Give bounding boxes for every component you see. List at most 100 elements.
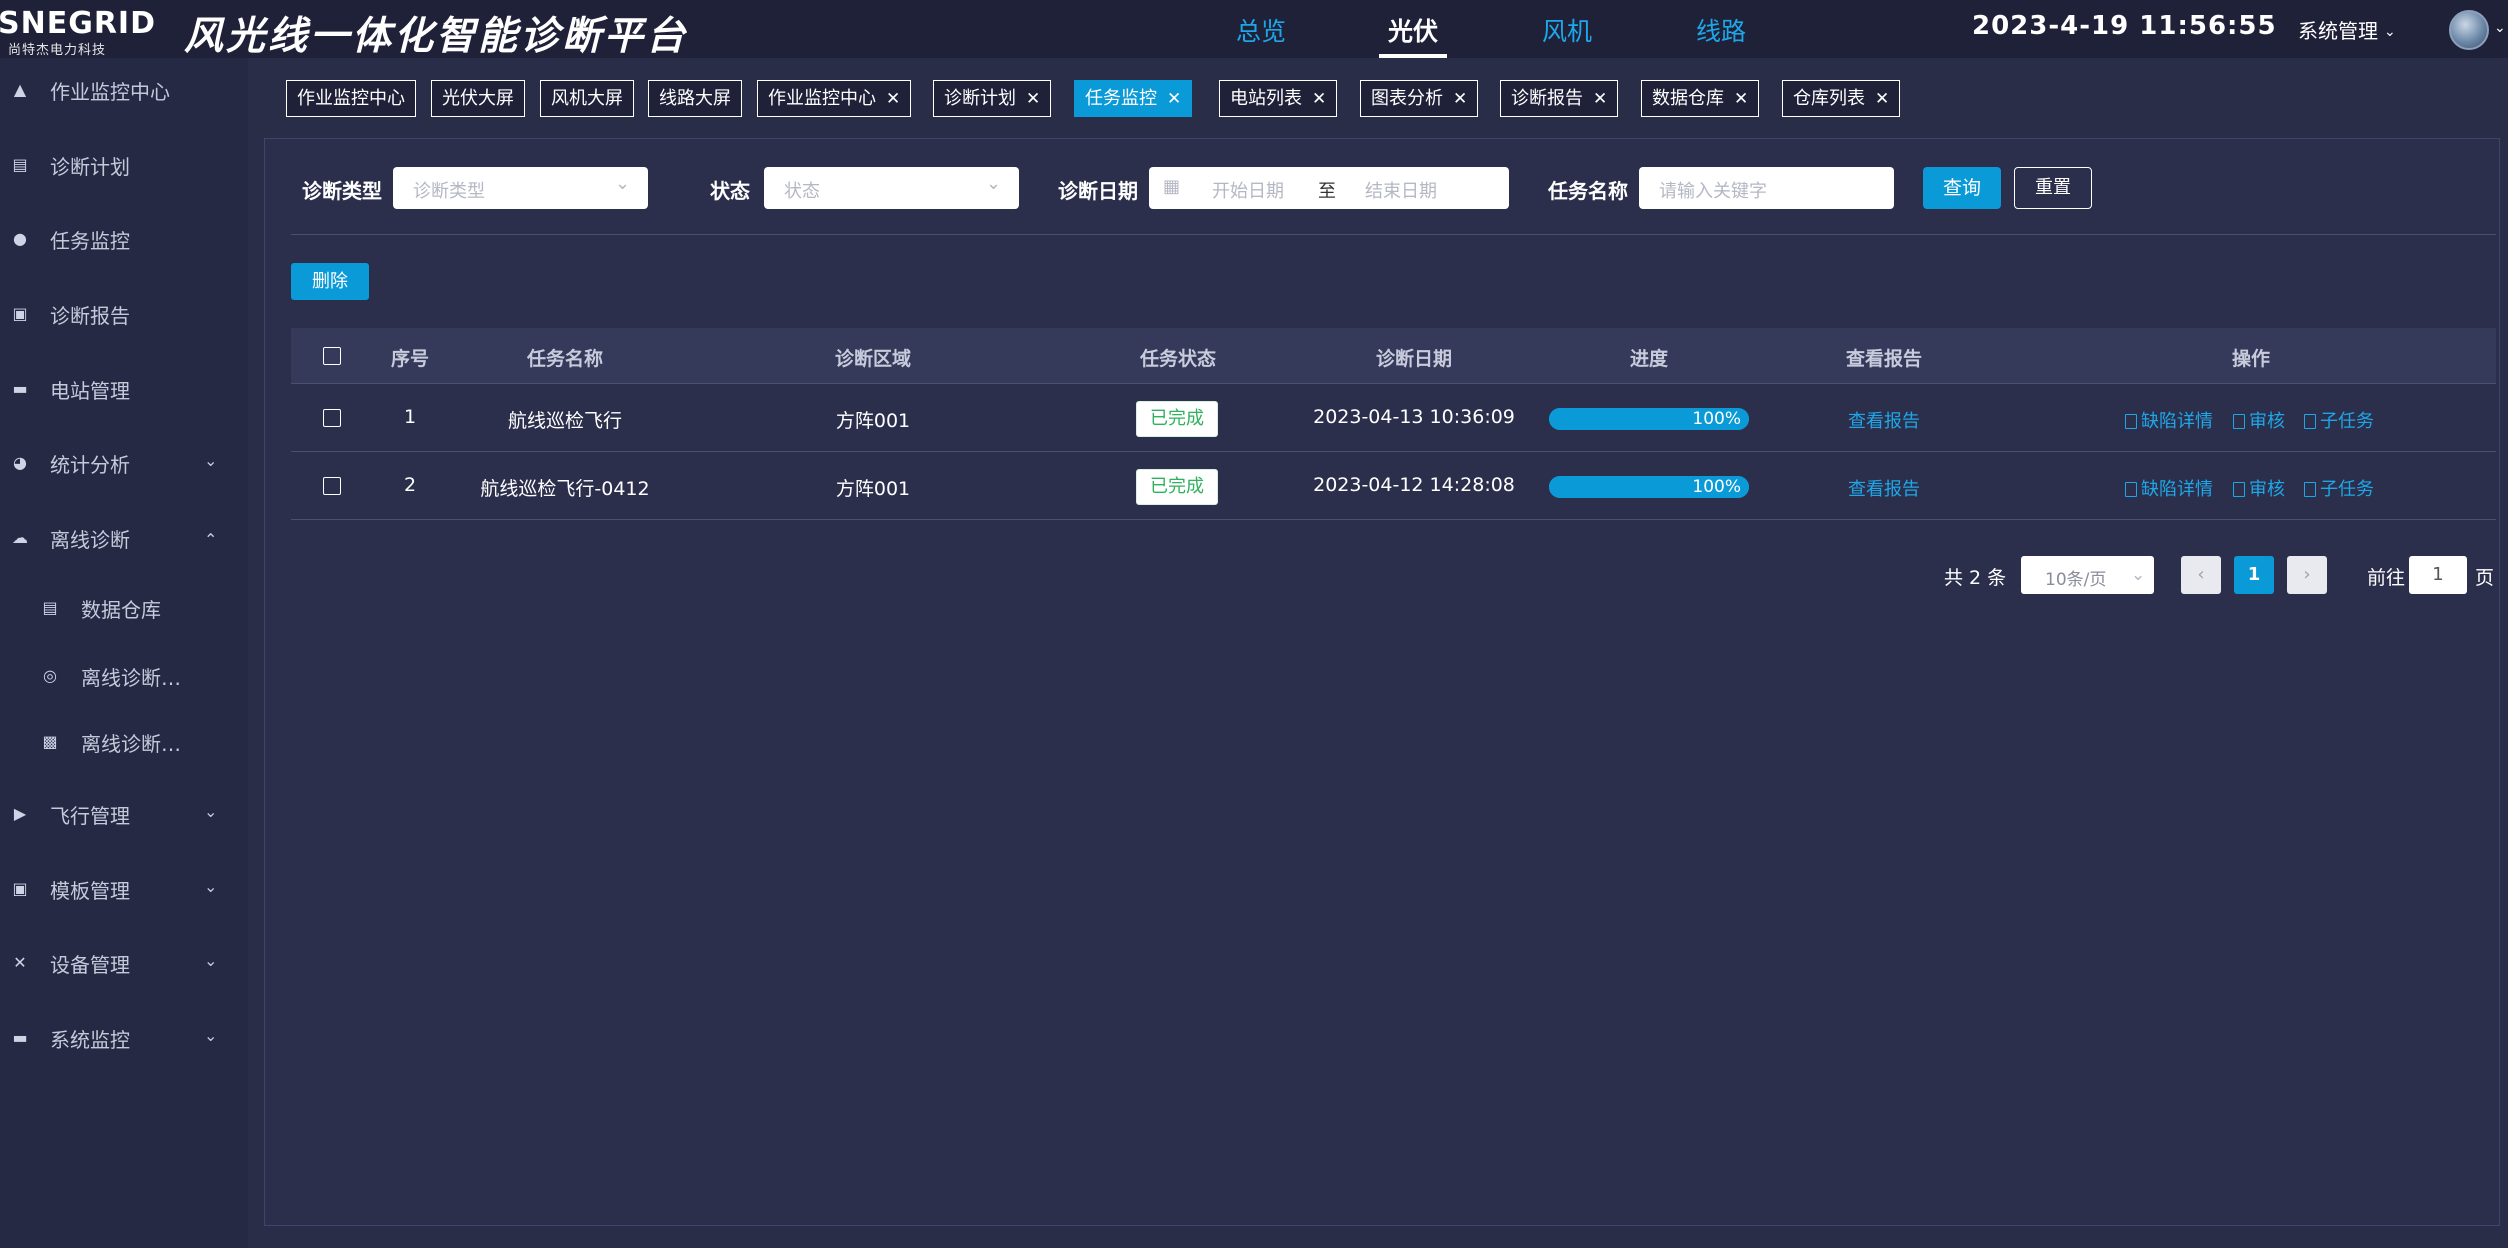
column-header-area: 诊断区域 xyxy=(834,348,912,370)
row-task-name: 航线巡检飞行-0412 xyxy=(480,478,650,500)
subtask-link[interactable]: 子任务 xyxy=(2304,407,2374,433)
query-button[interactable]: 查询 xyxy=(1923,167,2001,209)
tag-diagnosis-report[interactable]: 诊断报告 ✕ xyxy=(1500,80,1619,117)
sidebar-item-flight-mgmt[interactable]: ▶ 飞行管理 ⌄ xyxy=(0,784,248,844)
chevron-down-icon: ⌄ xyxy=(204,877,218,896)
tag-label: 线路大屏 xyxy=(659,88,731,109)
row-task-name: 航线巡检飞行 xyxy=(507,410,623,432)
date-end-placeholder[interactable]: 结束日期 xyxy=(1365,177,1437,203)
close-icon[interactable]: ✕ xyxy=(1167,89,1181,109)
date-range-separator: 至 xyxy=(1318,181,1336,202)
row-checkbox[interactable] xyxy=(323,409,341,427)
diagnosis-type-select[interactable]: 诊断类型 ⌄ xyxy=(393,167,648,209)
avatar[interactable] xyxy=(2449,10,2489,50)
column-header-index: 序号 xyxy=(390,348,430,370)
page-size-select[interactable]: 10条/页 ⌄ xyxy=(2021,556,2154,594)
chevron-down-icon[interactable]: ⌄ xyxy=(2494,20,2506,36)
review-link[interactable]: 审核 xyxy=(2233,475,2285,501)
sidebar-item-diagnosis-plan[interactable]: ▤ 诊断计划 xyxy=(0,135,248,195)
task-name-input[interactable]: 请输入关键字 xyxy=(1639,167,1894,209)
monitor-icon: ▤ xyxy=(12,155,28,174)
goto-page-input[interactable]: 1 xyxy=(2409,556,2467,594)
link-label: 缺陷详情 xyxy=(2141,479,2213,500)
tag-pv-screen[interactable]: 光伏大屏 xyxy=(431,80,525,117)
nav-tab-wind[interactable]: 风机 xyxy=(1542,12,1592,48)
link-label: 子任务 xyxy=(2320,479,2374,500)
column-header-task-name: 任务名称 xyxy=(526,348,604,370)
close-icon[interactable]: ✕ xyxy=(1312,89,1326,109)
sidebar-item-device-mgmt[interactable]: ✕ 设备管理 ⌄ xyxy=(0,933,248,993)
reset-button[interactable]: 重置 xyxy=(2014,167,2092,209)
sidebar-subitem-data-warehouse[interactable]: ▤ 数据仓库 xyxy=(0,578,248,638)
sidebar-item-label: 模板管理 xyxy=(50,879,130,903)
defect-detail-link[interactable]: 缺陷详情 xyxy=(2125,475,2213,501)
chevron-down-icon: ⌄ xyxy=(204,802,218,821)
document-icon xyxy=(2125,482,2137,497)
tag-diagnosis-plan[interactable]: 诊断计划 ✕ xyxy=(933,80,1052,117)
prev-page-button[interactable]: ‹ xyxy=(2181,556,2221,594)
filter-name-label: 任务名称 xyxy=(1548,179,1628,203)
sidebar-subitem-offline-diagnosis-2[interactable]: ▩ 离线诊断… xyxy=(0,712,248,772)
nav-tab-overview[interactable]: 总览 xyxy=(1236,12,1286,48)
sidebar-item-template-mgmt[interactable]: ▣ 模板管理 ⌄ xyxy=(0,859,248,919)
close-icon[interactable]: ✕ xyxy=(1734,89,1748,109)
goto-label: 前往 xyxy=(2367,567,2406,589)
row-checkbox[interactable] xyxy=(323,477,341,495)
diagnose-icon: ◎ xyxy=(43,666,57,685)
tag-line-screen[interactable]: 线路大屏 xyxy=(648,80,742,117)
link-label: 审核 xyxy=(2249,411,2285,432)
close-icon[interactable]: ✕ xyxy=(1593,89,1607,109)
chevron-down-icon: ⌄ xyxy=(2384,24,2396,40)
sidebar-item-station-mgmt[interactable]: ▬ 电站管理 xyxy=(0,359,248,419)
table-row: 2 航线巡检飞行-0412 方阵001 已完成 2023-04-12 14:28… xyxy=(291,453,2496,520)
sidebar-subitem-offline-diagnosis-1[interactable]: ◎ 离线诊断… xyxy=(0,646,248,706)
tag-task-monitor[interactable]: 任务监控 ✕ xyxy=(1074,80,1193,117)
sidebar-item-offline-diagnosis[interactable]: ☁ 离线诊断 ⌃ xyxy=(0,508,248,568)
sidebar-item-statistics[interactable]: ◕ 统计分析 ⌄ xyxy=(0,433,248,493)
document-icon xyxy=(2304,414,2316,429)
system-menu-label: 系统管理 xyxy=(2298,19,2378,43)
close-icon[interactable]: ✕ xyxy=(1026,89,1040,109)
nav-tab-line[interactable]: 线路 xyxy=(1696,12,1746,48)
tag-station-list[interactable]: 电站列表 ✕ xyxy=(1219,80,1338,117)
page-number-button[interactable]: 1 xyxy=(2234,556,2274,594)
select-all-checkbox[interactable] xyxy=(323,347,341,365)
select-placeholder: 状态 xyxy=(784,181,820,202)
tag-label: 图表分析 xyxy=(1371,88,1443,109)
date-range-picker[interactable]: ▦ 开始日期 至 结束日期 xyxy=(1149,167,1509,209)
pie-chart-icon: ◕ xyxy=(13,453,27,472)
view-report-link[interactable]: 查看报告 xyxy=(1848,407,1920,433)
date-start-placeholder[interactable]: 开始日期 xyxy=(1212,177,1284,203)
divider xyxy=(291,234,2496,235)
report-icon: ▣ xyxy=(12,304,28,323)
tag-data-warehouse[interactable]: 数据仓库 ✕ xyxy=(1641,80,1760,117)
logo-text: SNEGRID xyxy=(0,6,156,41)
tag-label: 光伏大屏 xyxy=(442,88,514,109)
sidebar-item-task-monitor[interactable]: ● 任务监控 xyxy=(0,209,248,269)
review-link[interactable]: 审核 xyxy=(2233,407,2285,433)
subtask-link[interactable]: 子任务 xyxy=(2304,475,2374,501)
view-report-link[interactable]: 查看报告 xyxy=(1848,475,1920,501)
sidebar-item-system-monitor[interactable]: ▬ 系统监控 ⌄ xyxy=(0,1008,248,1068)
sidebar-item-ops-monitor[interactable]: ▲ 作业监控中心 xyxy=(0,60,248,120)
next-page-button[interactable]: › xyxy=(2287,556,2327,594)
calendar-icon: ▦ xyxy=(1163,176,1181,197)
close-icon[interactable]: ✕ xyxy=(1875,89,1889,109)
tag-chart-analysis[interactable]: 图表分析 ✕ xyxy=(1360,80,1479,117)
close-icon[interactable]: ✕ xyxy=(1453,89,1467,109)
tag-warehouse-list[interactable]: 仓库列表 ✕ xyxy=(1782,80,1901,117)
tag-wind-screen[interactable]: 风机大屏 xyxy=(540,80,634,117)
status-select[interactable]: 状态 ⌄ xyxy=(764,167,1019,209)
defect-detail-link[interactable]: 缺陷详情 xyxy=(2125,407,2213,433)
sidebar-item-diagnosis-report[interactable]: ▣ 诊断报告 xyxy=(0,284,248,344)
page-suffix: 页 xyxy=(2475,567,2495,589)
close-icon[interactable]: ✕ xyxy=(886,89,900,109)
nav-tab-pv[interactable]: 光伏 xyxy=(1388,12,1438,48)
tag-ops-monitor-home[interactable]: 作业监控中心 xyxy=(286,80,416,117)
system-menu[interactable]: 系统管理 ⌄ xyxy=(2298,15,2396,44)
delete-button[interactable]: 删除 xyxy=(291,263,369,300)
play-icon: ▶ xyxy=(13,804,27,823)
tag-ops-monitor[interactable]: 作业监控中心 ✕ xyxy=(757,80,912,117)
sidebar-item-label: 电站管理 xyxy=(50,379,130,403)
select-placeholder: 诊断类型 xyxy=(413,181,485,202)
